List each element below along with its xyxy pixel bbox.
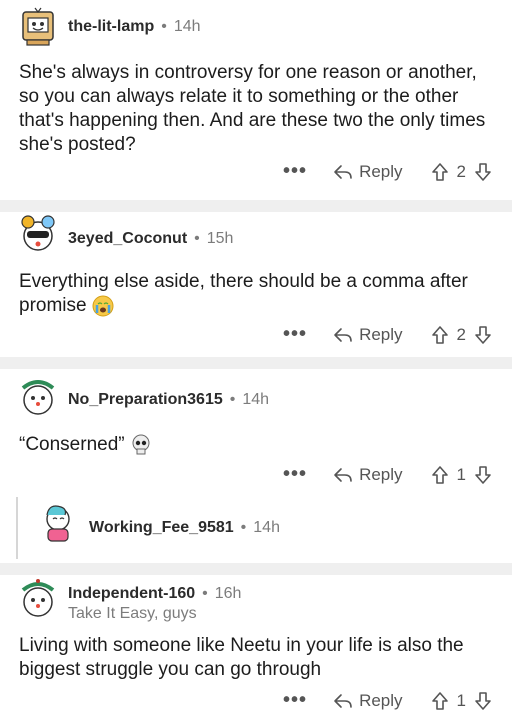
comment-body: Everything else aside, there should be a…	[19, 270, 498, 318]
username[interactable]: 3eyed_Coconut	[68, 230, 187, 248]
crying-face-icon	[92, 295, 114, 317]
downvote-icon[interactable]	[474, 162, 492, 182]
downvote-icon[interactable]	[474, 325, 492, 345]
user-avatar-icon[interactable]	[17, 376, 59, 418]
downvote-icon[interactable]	[474, 465, 492, 485]
comment-card: 3eyed_Coconut • 15h Everything else asid…	[0, 212, 512, 357]
comment-card: the-lit-lamp • 14h She's always in contr…	[0, 0, 512, 200]
meta-separator: •	[161, 18, 167, 35]
username[interactable]: No_Preparation3615	[68, 391, 223, 409]
comment-card: No_Preparation3615 • 14h “Conserned” •••…	[0, 369, 512, 563]
more-options-button[interactable]: •••	[283, 323, 307, 346]
timestamp: 16h	[214, 585, 242, 602]
comment-actions: ••• Reply 1	[283, 463, 492, 486]
username[interactable]: Independent-160	[68, 585, 195, 603]
comment-card: Independent-160 • 16h Take It Easy, guys…	[0, 575, 512, 711]
vote-count: 2	[456, 324, 466, 344]
more-options-button[interactable]: •••	[283, 160, 307, 183]
upvote-icon[interactable]	[431, 325, 449, 345]
meta-separator: •	[194, 230, 200, 247]
reply-icon	[334, 327, 352, 342]
username[interactable]: the-lit-lamp	[68, 18, 154, 36]
vote-control: 1	[431, 465, 492, 485]
timestamp: 15h	[206, 230, 234, 247]
comment-text: “Conserned”	[19, 434, 125, 455]
user-avatar-icon[interactable]	[17, 6, 59, 48]
user-flair: Take It Easy, guys	[68, 605, 197, 622]
comment-separator	[0, 200, 512, 212]
timestamp: 14h	[242, 391, 270, 408]
more-options-button[interactable]: •••	[283, 463, 307, 486]
comment-body: Living with someone like Neetu in your l…	[19, 635, 464, 680]
reply-button[interactable]: Reply	[333, 464, 403, 485]
timestamp: 14h	[173, 18, 201, 35]
reply-icon	[334, 467, 352, 482]
comment-body: She's always in controversy for one reas…	[19, 62, 486, 155]
reply-label: Reply	[359, 161, 403, 181]
user-avatar-icon[interactable]	[37, 501, 79, 543]
vote-count: 2	[456, 161, 466, 181]
comment-separator	[0, 563, 512, 575]
user-avatar-icon[interactable]	[17, 578, 59, 620]
comment-actions: ••• Reply 2	[283, 323, 492, 346]
username[interactable]: Working_Fee_9581	[89, 519, 234, 537]
user-avatar-icon[interactable]	[17, 213, 59, 255]
comment-body: “Conserned”	[19, 433, 498, 457]
reply-icon	[334, 164, 352, 179]
comment-text: Everything else aside, there should be a…	[19, 271, 468, 316]
skull-icon	[132, 434, 150, 455]
timestamp: 14h	[253, 519, 280, 536]
reply-button[interactable]: Reply	[333, 324, 403, 345]
reply-label: Reply	[359, 324, 403, 344]
meta-separator: •	[229, 391, 236, 408]
thread-line[interactable]	[16, 497, 18, 559]
comment-actions: ••• Reply 2	[283, 160, 492, 183]
reply-label: Reply	[359, 464, 403, 484]
meta-separator: •	[202, 585, 208, 602]
reply-button[interactable]: Reply	[333, 161, 403, 182]
vote-control: 2	[431, 162, 492, 182]
meta-separator: •	[240, 519, 247, 536]
upvote-icon[interactable]	[431, 162, 449, 182]
upvote-icon[interactable]	[431, 465, 449, 485]
vote-count: 1	[456, 464, 466, 484]
vote-control: 2	[431, 325, 492, 345]
comment-separator	[0, 357, 512, 369]
